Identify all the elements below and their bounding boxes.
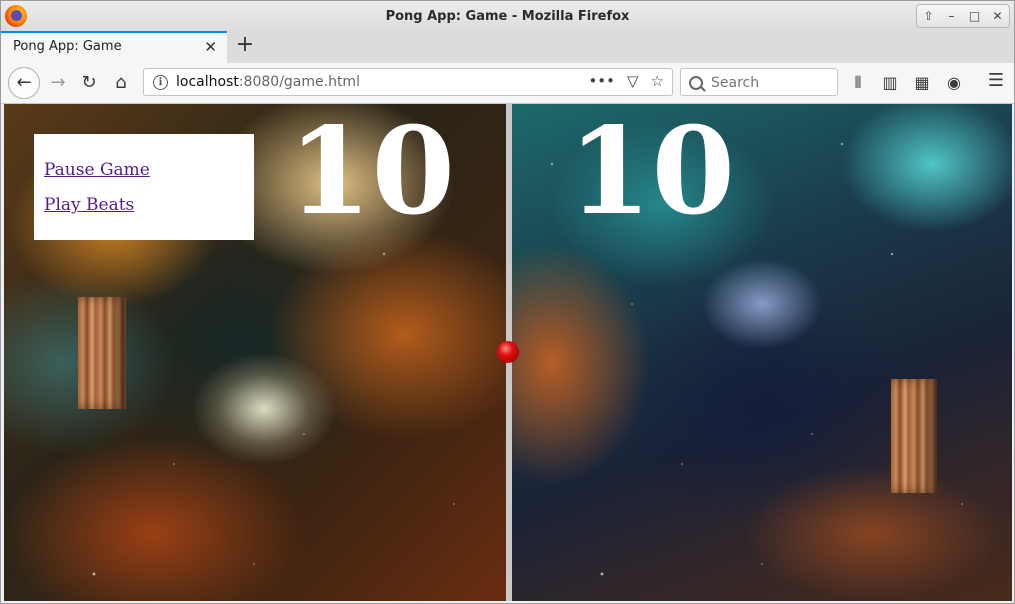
maximize-icon[interactable]: □	[966, 7, 984, 25]
home-icon[interactable]: ⌂	[108, 70, 134, 96]
back-icon[interactable]: ←	[8, 67, 40, 99]
score-right: 10	[568, 104, 735, 242]
close-window-icon[interactable]: ✕	[989, 7, 1007, 25]
title-bar: Pong App: Game - Mozilla Firefox ⇧ – □ ✕	[1, 1, 1014, 31]
menu-icon[interactable]: ☰	[988, 70, 1004, 91]
window-title: Pong App: Game - Mozilla Firefox	[385, 8, 630, 24]
right-paddle[interactable]	[891, 379, 937, 493]
play-beats-link[interactable]: Play Beats	[44, 195, 134, 215]
pocket-icon[interactable]: ▽	[627, 72, 639, 90]
ball	[497, 341, 519, 363]
tab-pong-game[interactable]: Pong App: Game ✕	[1, 31, 227, 63]
forward-icon[interactable]: →	[45, 70, 71, 96]
url-host: localhost	[176, 74, 239, 90]
search-input[interactable]	[709, 73, 833, 93]
url-tools: ••• ▽ ☆	[588, 72, 664, 90]
pause-game-link[interactable]: Pause Game	[44, 160, 150, 180]
tab-close-icon[interactable]: ✕	[204, 38, 217, 56]
bookmark-star-icon[interactable]: ☆	[651, 72, 664, 90]
search-bar[interactable]	[680, 68, 838, 96]
left-paddle[interactable]	[78, 297, 126, 409]
new-tab-icon[interactable]: +	[234, 34, 256, 56]
info-icon[interactable]: i	[153, 75, 168, 90]
toolbar-right-icons: ⫴ ▥ ▦ ◉	[847, 70, 965, 96]
restore-up-icon[interactable]: ⇧	[920, 7, 938, 25]
reload-icon[interactable]: ↻	[76, 70, 102, 96]
minimize-icon[interactable]: –	[943, 7, 961, 25]
sidebar-icon[interactable]: ▥	[879, 70, 901, 96]
tab-strip: Pong App: Game ✕ +	[1, 31, 1014, 63]
score-left: 10	[288, 104, 455, 242]
library-icon[interactable]: ⫴	[847, 70, 869, 96]
tab-label: Pong App: Game	[13, 39, 122, 54]
container-icon[interactable]: ▦	[911, 70, 933, 96]
game-viewport: Pause Game Play Beats 10 10	[4, 104, 1012, 601]
browser-window: Pong App: Game - Mozilla Firefox ⇧ – □ ✕…	[0, 0, 1015, 604]
search-icon	[689, 76, 703, 90]
account-icon[interactable]: ◉	[943, 70, 965, 96]
window-controls: ⇧ – □ ✕	[916, 4, 1010, 28]
page-actions-icon[interactable]: •••	[588, 72, 615, 90]
game-menu-panel: Pause Game Play Beats	[34, 134, 254, 240]
url-path: :8080/game.html	[238, 74, 360, 90]
url-text[interactable]: localhost:8080/game.html	[176, 74, 360, 90]
firefox-logo-icon	[5, 5, 27, 27]
navigation-bar: ← → ↻ ⌂ i localhost:8080/game.html ••• ▽…	[1, 63, 1014, 104]
url-bar[interactable]: i localhost:8080/game.html ••• ▽ ☆	[143, 68, 673, 96]
